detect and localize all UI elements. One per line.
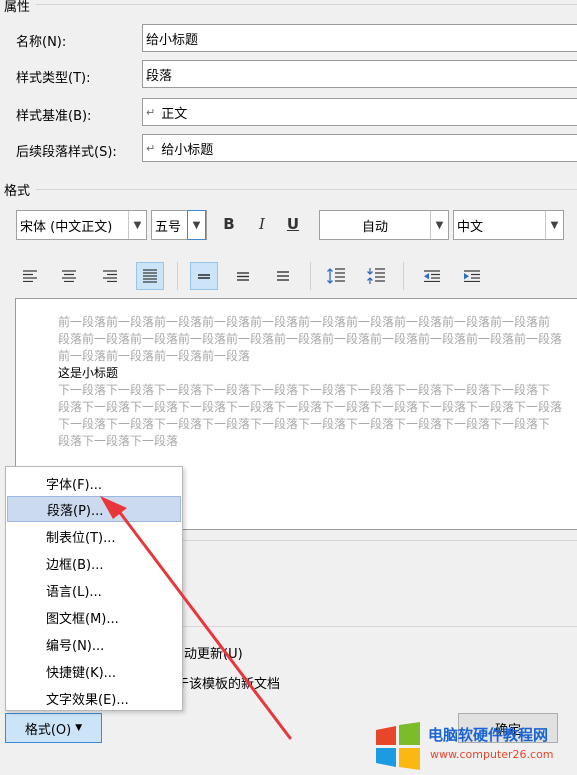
annotation-arrow-icon xyxy=(100,496,292,740)
watermark-logo: 电脑软硬件教程网 www.computer26.com xyxy=(372,718,577,775)
watermark-title: 电脑软硬件教程网 xyxy=(428,726,549,744)
watermark-url: www.computer26.com xyxy=(430,748,554,761)
windows-logo-icon xyxy=(376,722,420,770)
